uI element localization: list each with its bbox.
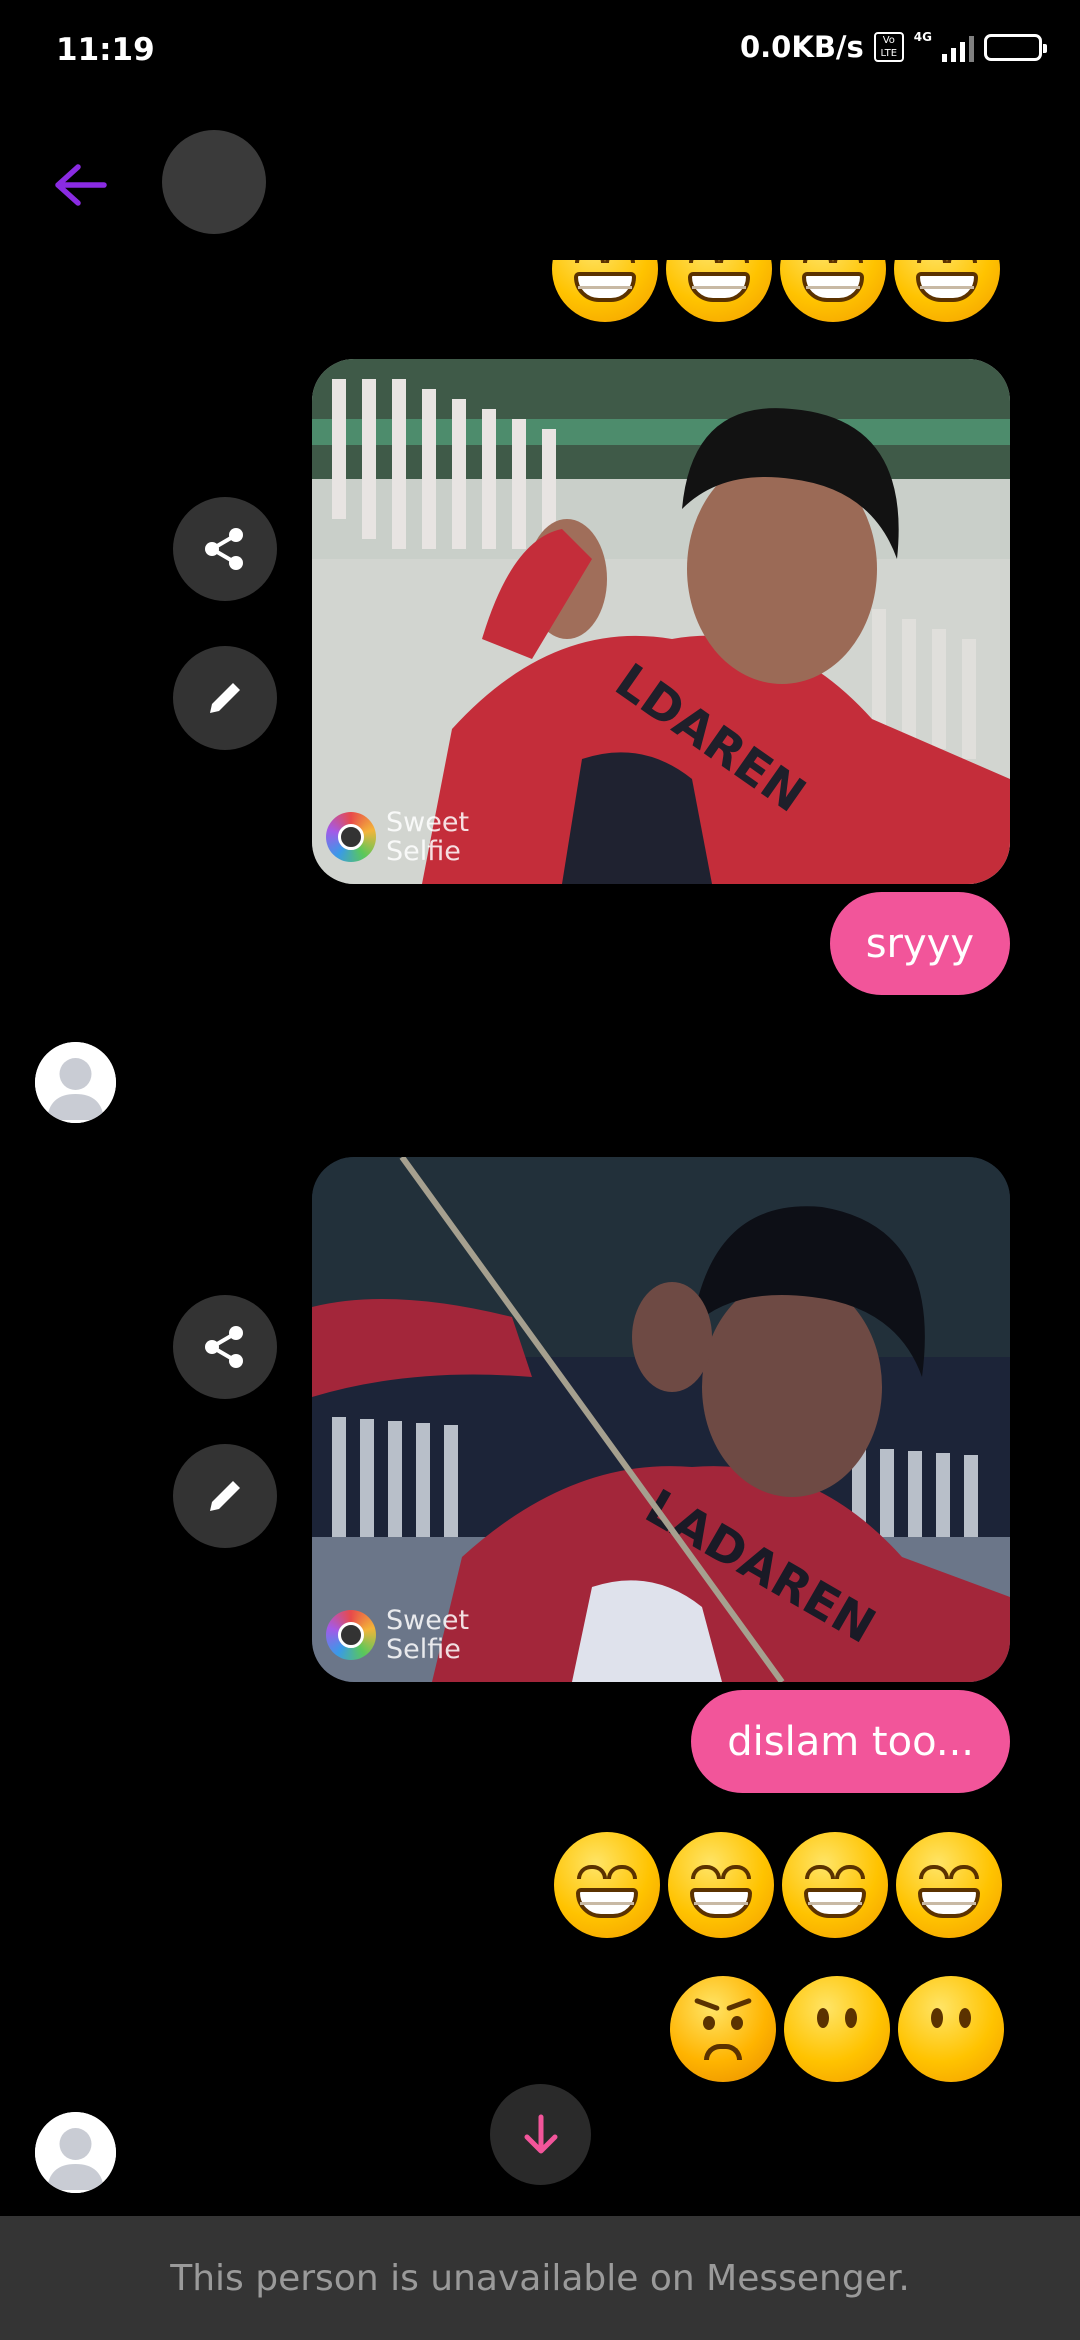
arrow-left-icon [55,164,107,206]
unavailable-banner: This person is unavailable on Messenger. [0,2216,1080,2340]
share-icon [205,1326,243,1368]
watermark: Sweet Selfie [326,1606,469,1664]
pencil-icon [210,683,240,713]
edit-button[interactable] [173,1444,277,1548]
photo-message[interactable]: LADAREN Sweet Selfie [312,1157,1010,1682]
arrow-down-icon [524,2114,557,2153]
grinning-face-icon [552,260,658,322]
emoji-message [552,260,1022,326]
status-icons: 0.0KB/s Vo LTE 4G [739,30,1047,64]
grinning-face-icon [782,1832,888,1938]
message-bubble[interactable]: dislam too... [691,1690,1010,1793]
unavailable-text: This person is unavailable on Messenger. [170,2257,910,2299]
scroll-to-bottom-button[interactable] [490,2084,591,2185]
grinning-face-icon [896,1832,1002,1938]
contact-avatar[interactable] [162,130,266,234]
network-type: 4G [913,30,932,44]
watermark: Sweet Selfie [326,808,469,866]
network-speed: 0.0KB/s [739,30,864,64]
share-button[interactable] [173,1295,277,1399]
no-mouth-face-icon [898,1976,1004,2082]
share-button[interactable] [173,497,277,601]
volte-icon: Vo LTE [873,32,904,62]
pencil-icon [210,1481,240,1511]
no-mouth-face-icon [784,1976,890,2082]
grinning-face-icon [554,1832,660,1938]
emoji-message[interactable] [554,1832,1002,1938]
emoji-message[interactable] [670,1976,1004,2082]
battery-icon [984,33,1047,61]
sender-avatar[interactable] [35,1042,116,1123]
edit-button[interactable] [173,646,277,750]
message-text: dislam too... [727,1718,974,1765]
camera-logo-icon [326,812,376,862]
angry-face-icon [670,1976,776,2082]
photo-message[interactable]: LDAREN Sweet Selfie [312,359,1010,884]
message-text: sryyy [865,920,974,967]
default-profile-icon [35,1042,116,1123]
selfie-image: LADAREN [312,1157,1010,1682]
message-bubble[interactable]: sryyy [829,892,1010,995]
sender-avatar[interactable] [35,2112,116,2193]
status-time: 11:19 [56,32,155,68]
default-profile-icon [35,2112,116,2193]
back-button[interactable] [50,155,110,215]
share-icon [205,528,243,570]
camera-logo-icon [326,1610,376,1660]
grinning-face-icon [666,260,772,322]
signal-icon [942,32,974,62]
selfie-image: LDAREN [312,359,1010,884]
grinning-face-icon [668,1832,774,1938]
grinning-face-icon [780,260,886,322]
grinning-face-icon [894,260,1000,322]
